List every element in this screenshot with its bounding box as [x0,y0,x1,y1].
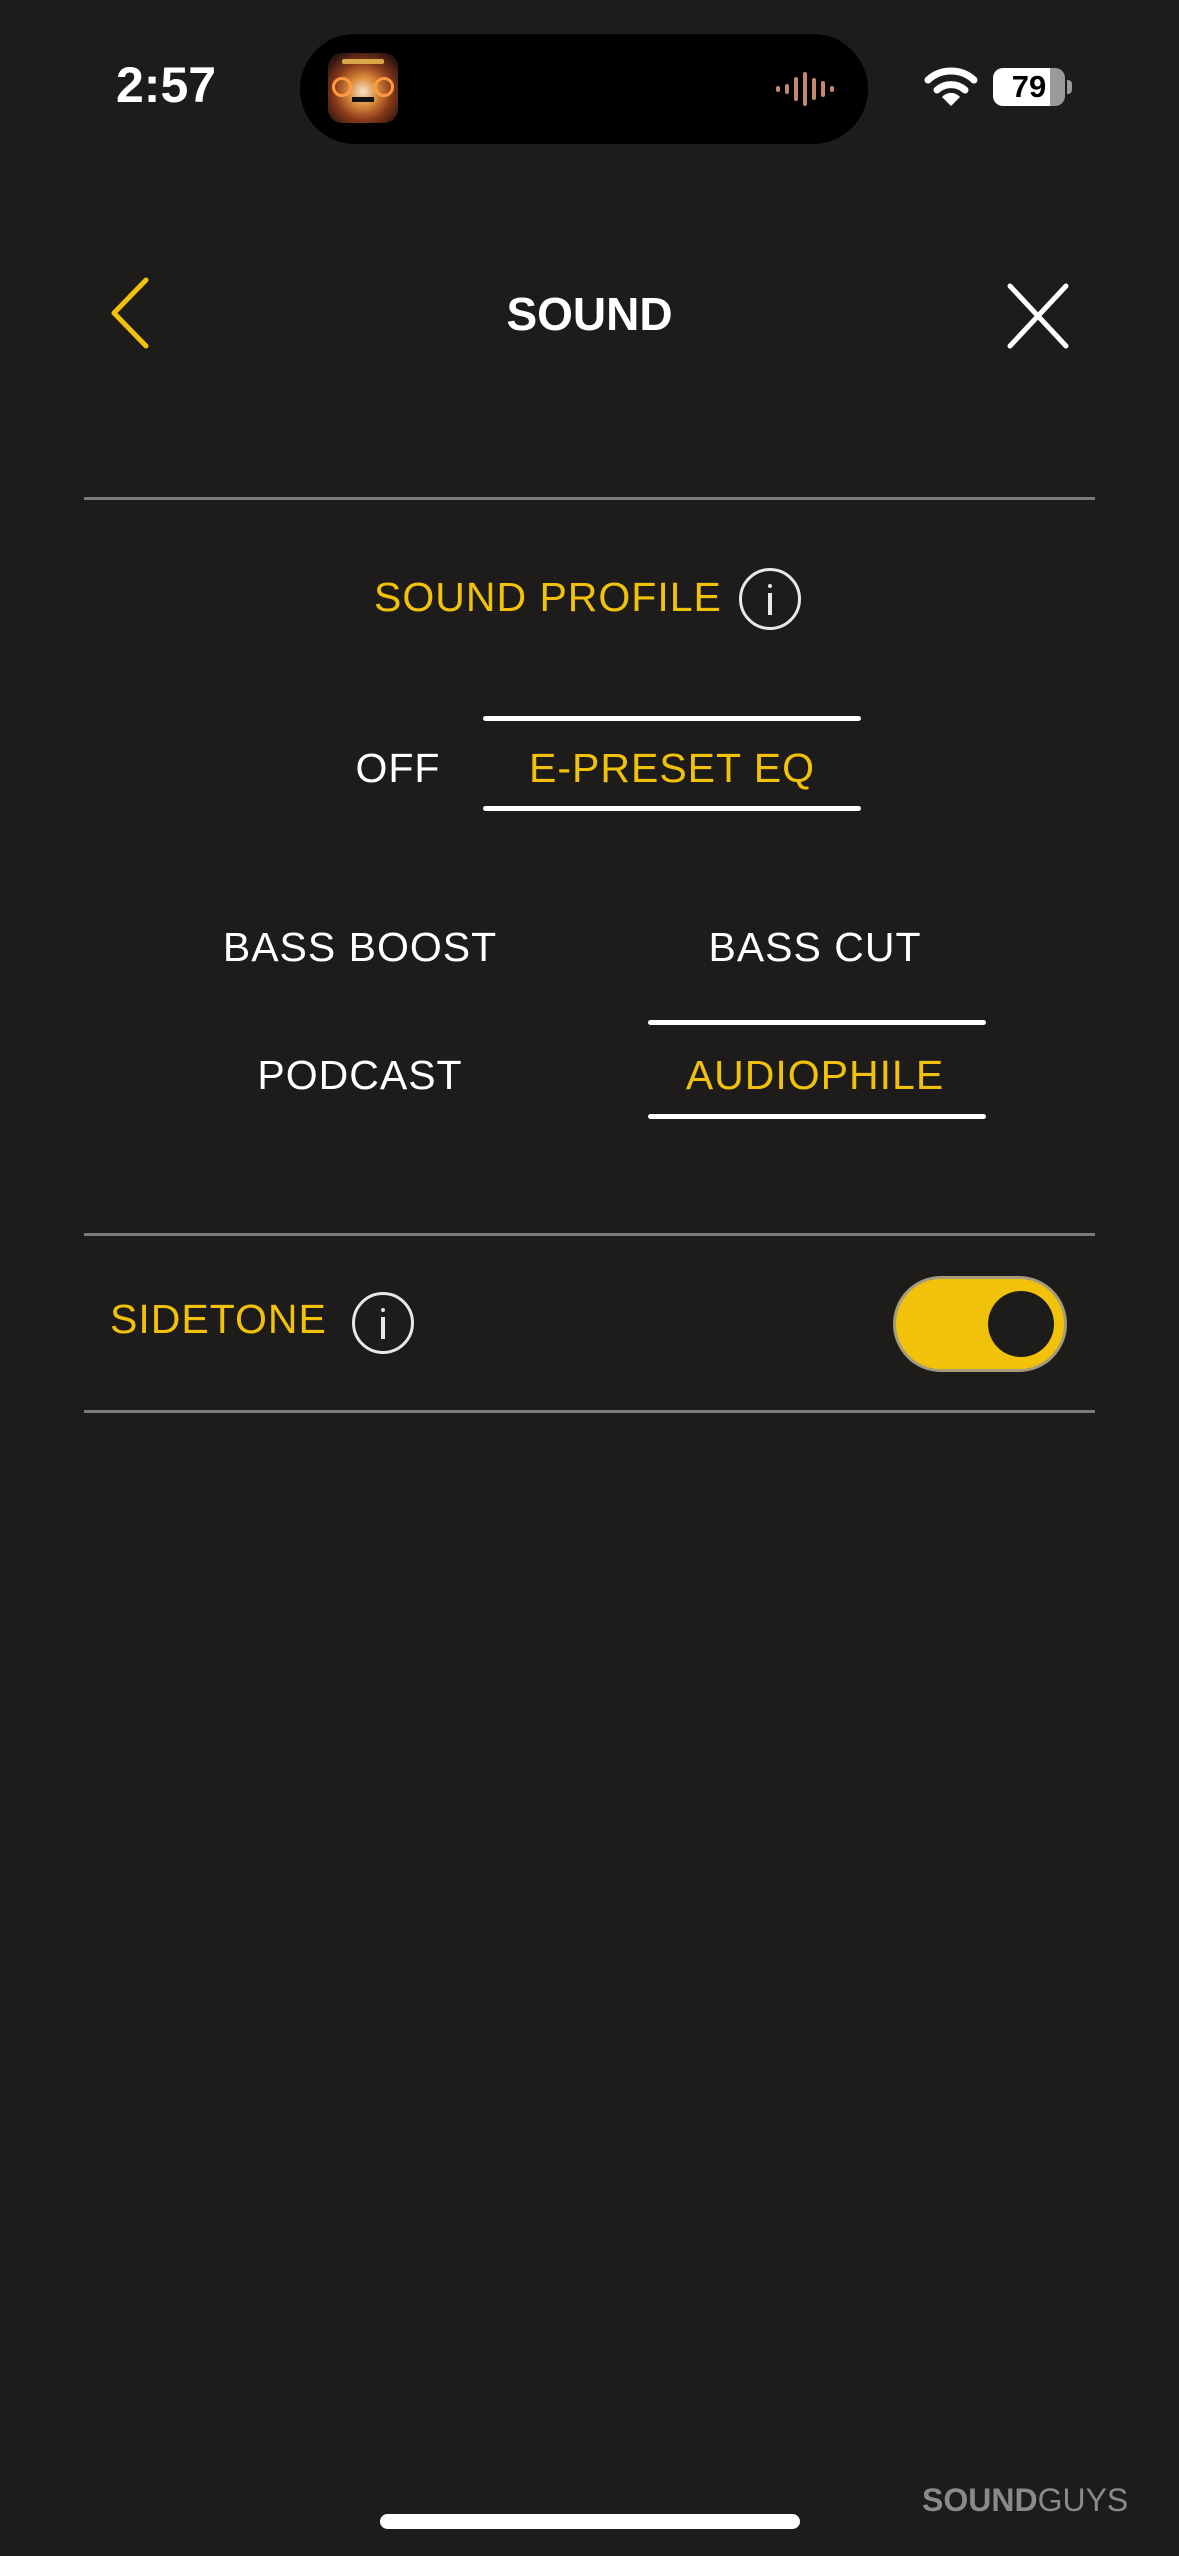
soundguys-watermark: SOUNDGUYS [922,2482,1128,2519]
album-art-bar [352,97,374,102]
status-time: 2:57 [116,57,217,113]
album-title-art [342,59,384,64]
watermark-light: GUYS [1037,2482,1129,2518]
mode-off[interactable]: OFF [340,745,456,792]
divider [84,1410,1095,1413]
battery-percent: 79 [1011,69,1047,104]
preset-bass-cut[interactable]: BASS CUT [645,924,985,971]
info-icon [381,1308,385,1312]
now-playing-album-art[interactable] [328,53,398,123]
sidetone-info-button[interactable] [352,1292,414,1354]
sound-profile-info-button[interactable] [739,568,801,630]
info-icon [768,584,772,588]
wifi-icon [924,67,978,106]
info-icon-stem [381,1317,385,1339]
close-button[interactable] [1000,280,1076,352]
info-icon-stem [768,593,772,615]
battery-indicator: 79 [993,68,1065,106]
sidetone-label: SIDETONE [110,1296,327,1342]
sidetone-toggle[interactable] [893,1276,1067,1372]
preset-audiophile[interactable]: AUDIOPHILE [645,1052,985,1099]
close-icon [1007,283,1069,349]
album-art-light-left [332,77,352,97]
mode-e-preset-eq[interactable]: E-PRESET EQ [483,745,861,792]
preset-podcast[interactable]: PODCAST [180,1052,540,1099]
preset-bass-boost[interactable]: BASS BOOST [180,924,540,971]
selection-line-top [483,716,861,721]
divider [84,1233,1095,1236]
home-indicator[interactable] [380,2514,800,2529]
divider [84,497,1095,500]
selection-line-bottom [648,1114,986,1119]
album-art-light-right [374,77,394,97]
selection-line-top [648,1020,986,1025]
selection-line-bottom [483,806,861,811]
battery-nub [1067,80,1072,94]
toggle-knob [988,1291,1054,1357]
watermark-bold: SOUND [922,2482,1038,2518]
sound-profile-title: SOUND PROFILE [374,574,722,620]
waveform-icon [776,72,834,106]
